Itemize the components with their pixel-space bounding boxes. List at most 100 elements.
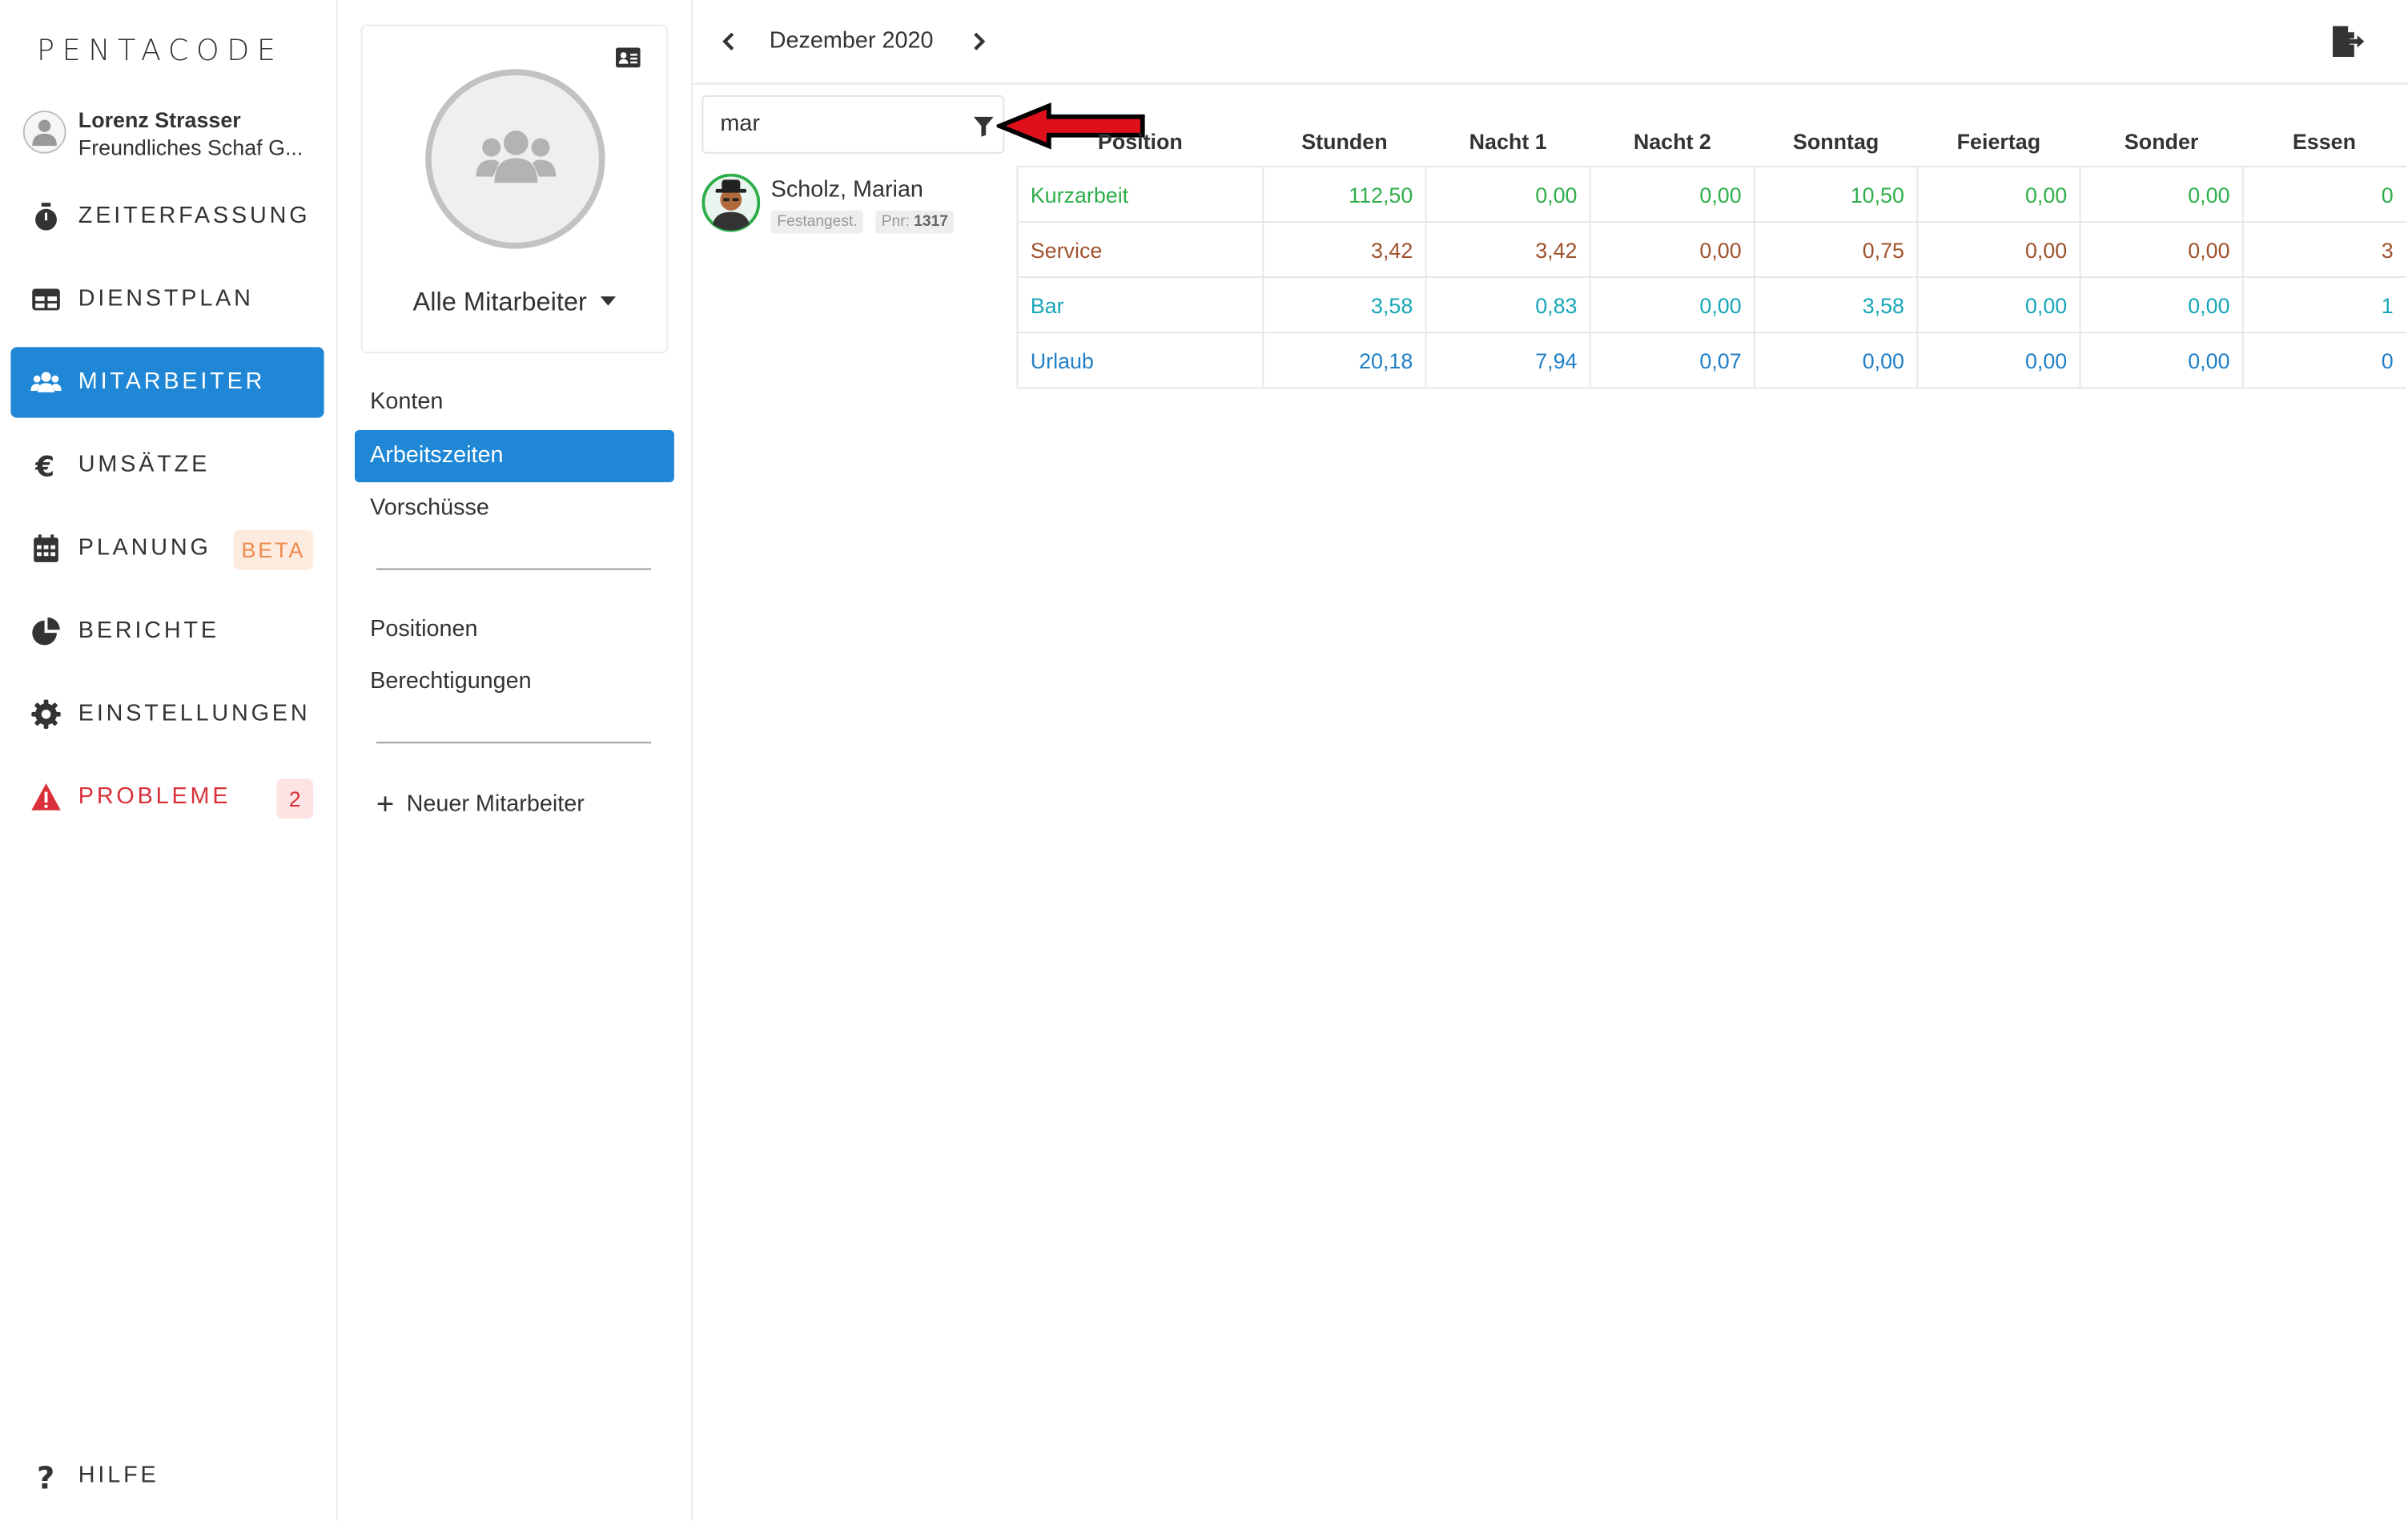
col-header-stunden: Stunden: [1263, 116, 1426, 168]
value-cell: 0,07: [1590, 332, 1755, 389]
employee-panel: Alle Mitarbeiter Konten Arbeitszeiten Vo…: [336, 0, 693, 1521]
nav-label: PLANUNG: [78, 534, 211, 561]
value-cell: 0,83: [1425, 277, 1591, 334]
table-row[interactable]: Bar 3,58 0,83 0,00 3,58 0,00 0,00 1: [1016, 277, 2406, 334]
id-card-icon[interactable]: [615, 47, 641, 68]
beta-badge: BETA: [233, 529, 314, 570]
nav-label: DIENSTPLAN: [78, 285, 254, 312]
euro-icon: €: [34, 451, 54, 481]
nav-label: EINSTELLUNGEN: [78, 700, 311, 727]
nav-mitarbeiter[interactable]: MITARBEITER: [10, 347, 324, 418]
user-avatar-icon: [22, 111, 66, 154]
employment-type-tag: Festangest.: [770, 210, 864, 234]
position-cell: Kurzarbeit: [1016, 167, 1264, 223]
value-cell: 3,42: [1425, 222, 1591, 279]
svg-text:?: ?: [37, 1461, 54, 1491]
filter-icon[interactable]: [973, 116, 994, 137]
chevron-left-icon[interactable]: [722, 30, 737, 52]
nav-hilfe[interactable]: ? HILFE: [10, 1441, 324, 1511]
value-cell: 3: [2242, 222, 2406, 279]
value-cell: 20,18: [1263, 332, 1427, 389]
value-cell: 0,00: [1425, 167, 1591, 223]
pie-chart-icon: [32, 617, 60, 646]
value-cell: 0,00: [1917, 222, 2081, 279]
menu-arbeitszeiten[interactable]: Arbeitszeiten: [354, 429, 674, 483]
menu-positionen[interactable]: Positionen: [355, 604, 674, 656]
new-employee-button[interactable]: + Neuer Mitarbeiter: [376, 788, 585, 823]
table-row[interactable]: Kurzarbeit 112,50 0,00 0,00 10,50 0,00 0,00 0: [1016, 167, 2406, 223]
value-cell: 3,58: [1263, 277, 1427, 334]
employee-row[interactable]: Scholz, Marian Festangest. Pnr: 1317: [701, 173, 1009, 241]
nav-label: MITARBEITER: [78, 368, 266, 395]
hours-table: Position Stunden Nacht 1 Nacht 2 Sonntag…: [1016, 116, 2406, 389]
gear-icon: [31, 699, 61, 729]
col-header-nacht2: Nacht 2: [1590, 116, 1755, 168]
nav-zeiterfassung[interactable]: ZEITERFASSUNG: [10, 181, 324, 251]
sidebar: PENTACODE Lorenz Strasser Freundliches S…: [0, 0, 338, 1521]
pnr-value: 1317: [914, 213, 948, 231]
col-header-position: Position: [1017, 116, 1264, 168]
menu-berechtigungen[interactable]: Berechtigungen: [355, 656, 674, 708]
value-cell: 0: [2242, 332, 2406, 389]
menu-konten[interactable]: Konten: [355, 376, 674, 429]
main-content: Dezember 2020 Scholz, Marian Festangest.…: [692, 0, 2408, 1521]
value-cell: 0,00: [2080, 167, 2244, 223]
user-name: Lorenz Strasser: [78, 107, 241, 132]
personnel-number-tag: Pnr: 1317: [875, 210, 955, 234]
nav-label: BERICHTE: [78, 617, 219, 644]
table-header-row: Position Stunden Nacht 1 Nacht 2 Sonntag…: [1017, 116, 2406, 168]
user-organization: Freundliches Schaf G...: [78, 135, 304, 160]
svg-text:€: €: [34, 451, 54, 481]
col-header-sonntag: Sonntag: [1754, 116, 1918, 168]
value-cell: 10,50: [1754, 167, 1919, 223]
table-body: Kurzarbeit 112,50 0,00 0,00 10,50 0,00 0,00 0 Se…: [1016, 167, 2406, 389]
divider: [376, 568, 652, 570]
nav-label: ZEITERFASSUNG: [78, 203, 311, 229]
nav-probleme[interactable]: PROBLEME 2: [10, 762, 324, 832]
value-cell: 0,00: [2080, 222, 2244, 279]
menu-label: Vorschüsse: [370, 494, 489, 521]
value-cell: 0,00: [1590, 222, 1755, 279]
col-header-feiertag: Feiertag: [1917, 116, 2080, 168]
col-header-essen: Essen: [2242, 116, 2406, 168]
value-cell: 0,00: [2080, 277, 2244, 334]
menu-label: Positionen: [370, 615, 478, 642]
divider: [376, 742, 652, 744]
value-cell: 0,00: [1917, 167, 2081, 223]
stopwatch-icon: [35, 203, 57, 231]
group-card: Alle Mitarbeiter: [360, 24, 669, 354]
users-icon: [476, 131, 557, 183]
chevron-right-icon[interactable]: [971, 30, 986, 52]
nav-berichte[interactable]: BERICHTE: [10, 596, 324, 666]
export-file-icon[interactable]: [2331, 25, 2365, 58]
calendar-icon: [34, 534, 58, 562]
search-input[interactable]: [720, 111, 951, 137]
nav-planung[interactable]: PLANUNG BETA: [10, 513, 324, 584]
warning-icon: [31, 783, 61, 811]
table-row[interactable]: Urlaub 20,18 7,94 0,07 0,00 0,00 0,00 0: [1016, 332, 2406, 389]
nav-dienstplan[interactable]: DIENSTPLAN: [10, 264, 324, 335]
question-icon: ?: [37, 1461, 54, 1491]
nav-label: HILFE: [78, 1462, 159, 1489]
position-cell: Urlaub: [1016, 332, 1264, 389]
nav-umsaetze[interactable]: € UMSÄTZE: [10, 430, 324, 501]
value-cell: 0,00: [1917, 332, 2081, 389]
col-header-nacht1: Nacht 1: [1425, 116, 1590, 168]
value-cell: 112,50: [1263, 167, 1427, 223]
nav-label: PROBLEME: [78, 783, 231, 810]
menu-vorschuesse[interactable]: Vorschüsse: [355, 482, 674, 534]
value-cell: 3,58: [1754, 277, 1919, 334]
app-logo[interactable]: PENTACODE: [37, 34, 283, 67]
group-dropdown-label: Alle Mitarbeiter: [412, 287, 587, 317]
table-row[interactable]: Service 3,42 3,42 0,00 0,75 0,00 0,00 3: [1016, 222, 2406, 279]
nav-einstellungen[interactable]: EINSTELLUNGEN: [10, 679, 324, 750]
value-cell: 0,00: [1590, 277, 1755, 334]
col-header-sonder: Sonder: [2080, 116, 2243, 168]
nav-label: UMSÄTZE: [78, 451, 211, 478]
month-label: Dezember 2020: [769, 27, 934, 54]
group-dropdown[interactable]: Alle Mitarbeiter: [363, 288, 667, 318]
position-cell: Bar: [1016, 277, 1264, 334]
problem-count-badge: 2: [276, 779, 314, 819]
caret-down-icon: [601, 296, 617, 306]
user-profile[interactable]: Lorenz Strasser Freundliches Schaf G...: [22, 107, 331, 163]
